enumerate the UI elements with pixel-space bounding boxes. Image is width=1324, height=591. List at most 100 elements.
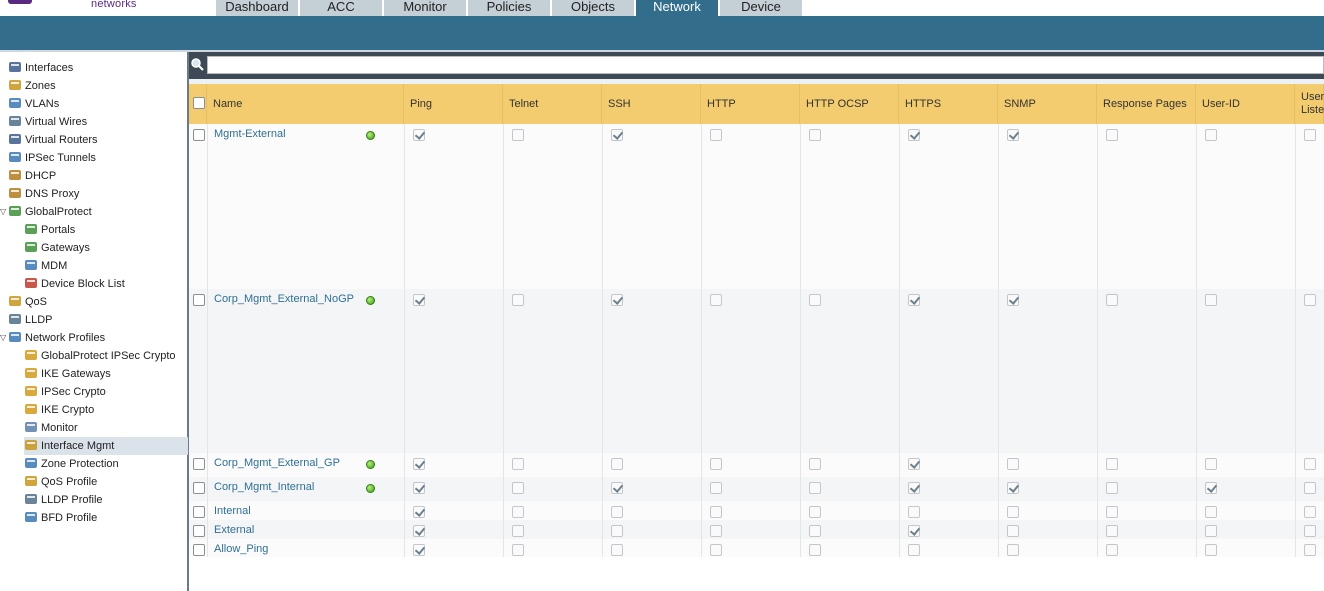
sidebar-item-label: Zones: [25, 80, 56, 92]
profile-name-link[interactable]: External: [214, 524, 254, 536]
sidebar-item-label: Network Profiles: [25, 332, 106, 344]
sidebar-item-interfaces[interactable]: Interfaces: [8, 59, 73, 77]
tab-network[interactable]: Network: [636, 0, 718, 16]
sidebar-item-qos[interactable]: QoS: [8, 293, 47, 311]
column-header-ping[interactable]: Ping: [404, 84, 503, 124]
column-divider: [899, 124, 900, 557]
sidebar-item-qos-profile[interactable]: QoS Profile: [24, 473, 97, 491]
sidebar-item-bfd-profile[interactable]: BFD Profile: [24, 509, 97, 527]
sidebar-item-virtual-routers[interactable]: Virtual Routers: [8, 131, 98, 149]
tab-acc[interactable]: ACC: [300, 0, 382, 16]
tab-dashboard[interactable]: Dashboard: [216, 0, 298, 16]
column-header-http-ocsp[interactable]: HTTP OCSP: [800, 84, 899, 124]
sidebar-item-label: GlobalProtect IPSec Crypto: [41, 350, 176, 362]
sidebar-item-label: Interfaces: [25, 62, 74, 74]
table-row[interactable]: Internal: [189, 501, 1324, 520]
checkbox-https: [908, 458, 920, 470]
checkbox-ssh: [611, 482, 623, 494]
interface-mgmt-icon: [24, 439, 38, 451]
sidebar-item-globalprotect[interactable]: GlobalProtect: [8, 203, 92, 221]
sidebar-item-zones[interactable]: Zones: [8, 77, 56, 95]
sidebar-item-ipsec-crypto[interactable]: IPSec Crypto: [24, 383, 106, 401]
sidebar-item-ike-gateways[interactable]: IKE Gateways: [24, 365, 111, 383]
sidebar-item-globalprotect-ipsec-crypto[interactable]: GlobalProtect IPSec Crypto: [24, 347, 176, 365]
checkbox-user-id: [1205, 129, 1217, 141]
interface-mgmt-table: Name Ping Telnet SSH HTTP HTTP OCSP HTTPS SNMP R…: [189, 84, 1324, 591]
sidebar-item-virtual-wires[interactable]: Virtual Wires: [8, 113, 87, 131]
tab-policies[interactable]: Policies: [468, 0, 550, 16]
sidebar-item-lldp-profile[interactable]: LLDP Profile: [24, 491, 103, 509]
row-select-checkbox[interactable]: [193, 294, 205, 306]
column-header-response-pages[interactable]: Response Pages: [1097, 84, 1196, 124]
tab-monitor[interactable]: Monitor: [384, 0, 466, 16]
table-row[interactable]: External: [189, 520, 1324, 539]
checkbox-http: [710, 544, 722, 556]
checkbox-snmp: [1007, 294, 1019, 306]
row-select-checkbox[interactable]: [193, 458, 205, 470]
sidebar-item-dhcp[interactable]: DHCP: [8, 167, 56, 185]
sidebar-item-label: LLDP Profile: [41, 494, 103, 506]
column-header-https[interactable]: HTTPS: [899, 84, 998, 124]
profile-name-link[interactable]: Corp_Mgmt_Internal: [214, 481, 314, 493]
table-row[interactable]: Allow_Ping: [189, 539, 1324, 557]
sidebar-item-portals[interactable]: Portals: [24, 221, 75, 239]
sidebar-item-interface-mgmt[interactable]: Interface Mgmt: [24, 437, 188, 455]
sidebar-item-ike-crypto[interactable]: IKE Crypto: [24, 401, 94, 419]
sidebar-item-label: IPSec Tunnels: [25, 152, 96, 164]
sidebar-item-vlans[interactable]: VLANs: [8, 95, 59, 113]
sidebar-item-label: Virtual Routers: [25, 134, 98, 146]
sidebar-item-lldp[interactable]: LLDP: [8, 311, 53, 329]
row-select-checkbox[interactable]: [193, 129, 205, 141]
profile-name-link[interactable]: Corp_Mgmt_External_GP: [214, 457, 340, 469]
profile-name-link[interactable]: Corp_Mgmt_External_NoGP: [214, 293, 354, 305]
column-header-ssh[interactable]: SSH: [602, 84, 701, 124]
column-header-label: Ping: [410, 98, 433, 110]
sidebar-item-device-block-list[interactable]: Device Block List: [24, 275, 125, 293]
sidebar-item-dns-proxy[interactable]: DNS Proxy: [8, 185, 79, 203]
search-input[interactable]: [207, 56, 1324, 74]
column-header-name[interactable]: Name: [207, 84, 404, 124]
column-header-user-id[interactable]: User-ID: [1196, 84, 1295, 124]
sidebar-item-mdm[interactable]: MDM: [24, 257, 67, 275]
portals-icon: [24, 223, 38, 235]
sidebar-item-monitor[interactable]: Monitor: [24, 419, 78, 437]
lock-icon: [24, 403, 38, 415]
profile-name-link[interactable]: Mgmt-External: [214, 128, 286, 140]
checkbox-ping: [413, 482, 425, 494]
row-select-checkbox[interactable]: [193, 525, 205, 537]
expand-toggle-icon[interactable]: ▽: [0, 334, 8, 342]
select-all-checkbox[interactable]: [193, 97, 205, 109]
table-row[interactable]: Corp_Mgmt_External_NoGP: [189, 289, 1324, 453]
profile-name-link[interactable]: Allow_Ping: [214, 543, 268, 555]
table-row[interactable]: Corp_Mgmt_External_GP: [189, 453, 1324, 477]
sidebar-item-gateways[interactable]: Gateways: [24, 239, 90, 257]
table-row[interactable]: Corp_Mgmt_Internal: [189, 477, 1324, 501]
search-icon[interactable]: [190, 56, 206, 74]
row-select-checkbox[interactable]: [193, 506, 205, 518]
sidebar-item-ipsec-tunnels[interactable]: IPSec Tunnels: [8, 149, 96, 167]
table-row[interactable]: Mgmt-External: [189, 124, 1324, 289]
profile-name-link[interactable]: Internal: [214, 505, 251, 517]
checkbox-ssh: [611, 294, 623, 306]
sidebar-item-zone-protection[interactable]: Zone Protection: [24, 455, 119, 473]
dns-proxy-icon: [8, 187, 22, 199]
tab-device[interactable]: Device: [720, 0, 802, 16]
column-header-telnet[interactable]: Telnet: [503, 84, 602, 124]
checkbox-http-ocsp: [809, 458, 821, 470]
checkbox-user-id-syslog-listener: [1304, 482, 1316, 494]
checkbox-http: [710, 458, 722, 470]
column-header-snmp[interactable]: SNMP: [998, 84, 1097, 124]
row-select-checkbox[interactable]: [193, 544, 205, 556]
checkbox-https: [908, 525, 920, 537]
tab-objects[interactable]: Objects: [552, 0, 634, 16]
checkbox-https: [908, 129, 920, 141]
checkbox-telnet: [512, 294, 524, 306]
column-header-http[interactable]: HTTP: [701, 84, 800, 124]
expand-toggle-icon[interactable]: ▽: [0, 208, 8, 216]
row-select-checkbox[interactable]: [193, 482, 205, 494]
sidebar-item-label: Virtual Wires: [25, 116, 88, 128]
column-header-user-id-syslog-listener[interactable]: User Liste: [1295, 84, 1324, 124]
sidebar-item-label: GlobalProtect: [25, 206, 92, 218]
sidebar-item-network-profiles[interactable]: Network Profiles: [8, 329, 105, 347]
in-use-status-icon: [366, 484, 375, 493]
